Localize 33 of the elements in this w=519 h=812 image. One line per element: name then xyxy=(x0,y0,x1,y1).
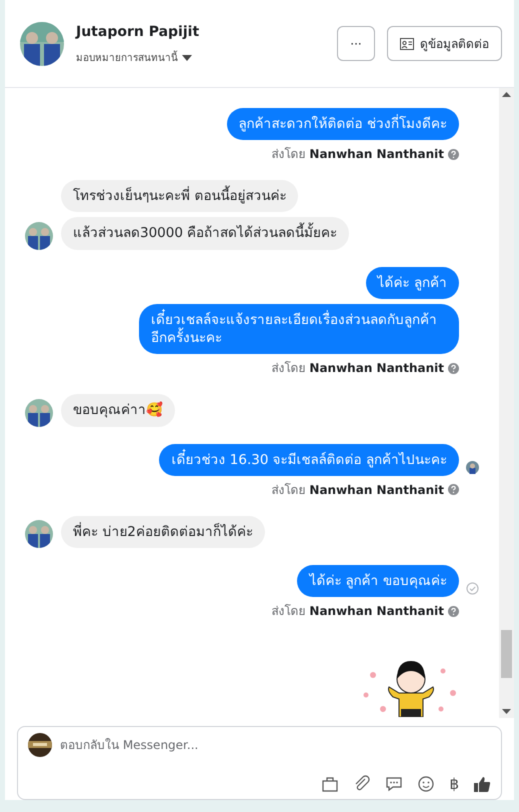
scroll-down-icon[interactable] xyxy=(502,709,511,714)
sent-message: ได้ค่ะ ลูกค้า ขอบคุณค่ะ xyxy=(297,564,459,598)
sent-by-label: ส่งโดย Nanwhan Nanthanit xyxy=(272,603,444,620)
chat-bubble-icon[interactable] xyxy=(385,775,404,793)
payment-button[interactable]: ฿ xyxy=(449,776,459,792)
received-message: โทรช่วงเย็นๆนะคะพี่ ตอนนี้อยู่สวนค่ะ xyxy=(61,180,298,212)
sent-message: เดี๋ยวช่วง 16.30 จะมีเชลล์ติดต่อ ลูกค้าไปนะคะ xyxy=(159,444,459,476)
received-message: แล้วส่วนลด30000 คือถ้าสดได้ส่วนลดนี้มั้ยคะ xyxy=(61,217,350,250)
more-button[interactable]: ··· xyxy=(337,26,375,61)
paperclip-icon[interactable] xyxy=(353,775,372,793)
scrollbar-thumb[interactable] xyxy=(501,630,512,678)
help-icon[interactable] xyxy=(448,148,459,160)
scroll-up-icon[interactable] xyxy=(502,92,511,97)
contact-card-icon xyxy=(400,38,414,50)
reply-field[interactable]: ตอบกลับใน Messenger... ฿ xyxy=(17,726,502,800)
sent-by-label: ส่งโดย Nanwhan Nanthanit xyxy=(272,482,444,499)
sent-by-label: ส่งโดย Nanwhan Nanthanit xyxy=(272,146,444,164)
contact-info-button[interactable]: ดูข้อมูลติดต่อ xyxy=(387,26,502,61)
received-message: ขอบคุณค่าา🥰 xyxy=(61,394,175,427)
thumbs-up-icon[interactable] xyxy=(473,775,491,793)
received-message: พี่คะ บ่าย2ค่อยติดต่อมาก็ได้ค่ะ xyxy=(61,516,265,548)
emoji-icon[interactable] xyxy=(417,775,436,793)
sent-message: ได้ค่ะ ลูกค้า xyxy=(366,266,459,299)
sent-message: ลูกค้าสะดวกให้ติดต่อ ช่วงกี่โมงดีคะ xyxy=(226,108,459,140)
reply-placeholder: ตอบกลับใน Messenger... xyxy=(60,737,198,754)
caret-icon[interactable] xyxy=(182,55,192,61)
help-icon[interactable] xyxy=(448,606,459,617)
sent-message: เดี๋ยวเชลล์จะแจ้งรายละเอียดเรื่องส่วนลดกับลูกค้า อีกครั้งนะคะ xyxy=(139,304,459,354)
contact-name: Jutaporn Papijit xyxy=(76,22,200,42)
help-icon[interactable] xyxy=(448,362,459,374)
sent-by-label: ส่งโดย Nanwhan Nanthanit xyxy=(272,360,444,378)
assign-link[interactable]: มอบหมายการสนทนานี้ xyxy=(76,50,178,66)
help-icon[interactable] xyxy=(448,484,459,496)
